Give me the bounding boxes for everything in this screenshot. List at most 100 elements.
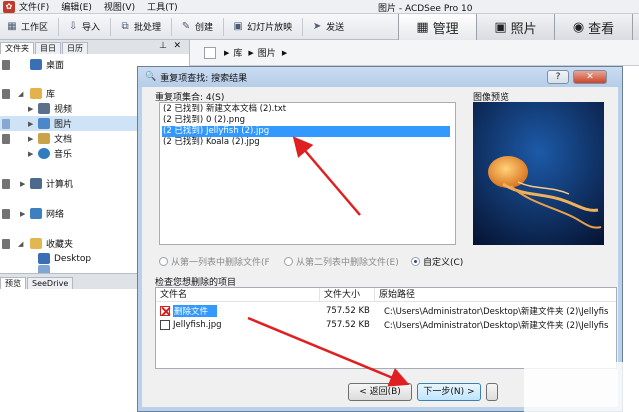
back-button[interactable]: < 返回(B): [348, 383, 412, 401]
next-button[interactable]: 下一步(N) >: [417, 383, 481, 401]
table-row[interactable]: Jellyfish.jpg 757.52 KB C:\Users\Adminis…: [160, 318, 616, 331]
tree-item-label: 计算机: [46, 180, 74, 190]
checkbox-checked[interactable]: [160, 305, 170, 316]
tab-view-label: 查看: [588, 21, 615, 37]
radio-label: 自定义(C): [423, 258, 464, 268]
import-button[interactable]: ⇩ 导入: [67, 20, 101, 34]
acdsee-logo-icon: ✿: [3, 0, 15, 13]
radio-delete-first[interactable]: 从第一列表中删除文件(F: [159, 255, 270, 268]
expand-arrow-icon: ▶: [28, 134, 34, 143]
pin-marker-icon: [2, 179, 10, 189]
toolbar-divider: [171, 17, 173, 36]
tree-item-label: 图片: [54, 120, 73, 130]
tree-item-label: 库: [46, 90, 56, 100]
table-row[interactable]: 删除文件 757.52 KB C:\Users\Administrator\De…: [160, 304, 616, 317]
expand-arrow-icon: ◢: [18, 239, 24, 248]
breadcrumb-library[interactable]: 库: [233, 46, 242, 59]
mode-tabs: ▦ 管理 ▣ 照片 ◉ 查看: [398, 14, 639, 40]
tab-folders[interactable]: 文件夹: [0, 42, 34, 54]
pin-icon[interactable]: ⊥: [159, 41, 167, 51]
document-icon: [38, 133, 50, 144]
workspace-label: 工作区: [21, 23, 49, 33]
favorites-icon: [30, 238, 42, 249]
tab-catalog[interactable]: 目日: [35, 42, 61, 54]
create-button[interactable]: ✎ 创建: [180, 20, 213, 34]
slideshow-icon: ▣: [233, 20, 243, 32]
panel-tabs: 文件夹 目日 日历 ⊥ ✕: [0, 40, 189, 54]
file-path: C:\Users\Administrator\Desktop\新建文件夹 (2)…: [384, 320, 609, 331]
pin-marker-icon: [2, 119, 10, 129]
dialog-body: 重复项集合: 4(S) 图像预览 (2 已找到) 新建文本文档 (2).txt …: [143, 87, 617, 407]
import-label: 导入: [82, 23, 101, 33]
tab-photos-label: 照片: [510, 21, 537, 37]
toolbar-divider: [223, 17, 225, 36]
tab-more[interactable]: [632, 14, 639, 40]
send-button[interactable]: ➤ 发送: [311, 20, 345, 34]
desktop-icon: [38, 253, 50, 264]
list-item[interactable]: (2 已找到) 0 (2).png: [162, 115, 245, 126]
radio-icon: [411, 257, 420, 266]
dialog-title: 重复项查找: 搜索结果: [160, 73, 248, 84]
dialog-titlebar: 🔍 重复项查找: 搜索结果 ? ✕: [138, 67, 622, 87]
tree-item-label: Desktop: [54, 253, 92, 264]
column-header-name[interactable]: 文件名: [156, 288, 320, 302]
expand-arrow-icon: ▶: [28, 104, 34, 113]
expand-arrow-icon: ▶: [20, 179, 26, 188]
duplicate-groups-list[interactable]: (2 已找到) 新建文本文档 (2).txt (2 已找到) 0 (2).png…: [159, 102, 456, 245]
tab-view[interactable]: ◉ 查看: [554, 14, 632, 40]
batch-button[interactable]: ⧉ 批处理: [119, 20, 162, 34]
column-header-size[interactable]: 文件大小: [320, 288, 375, 302]
pin-marker-icon: [2, 134, 10, 144]
tab-manage-label: 管理: [432, 21, 459, 37]
workspace-button[interactable]: ▦ 工作区: [6, 20, 49, 34]
window-title: 图片 - ACDSee Pro 10: [378, 4, 473, 14]
radio-delete-second[interactable]: 从第二列表中删除文件(E): [284, 255, 399, 268]
pin-marker-icon: [2, 60, 10, 70]
close-button[interactable]: ✕: [573, 70, 607, 84]
workspace-icon: ▦: [7, 20, 17, 32]
photo-icon: ▣: [494, 19, 507, 35]
radio-custom[interactable]: 自定义(C): [411, 255, 463, 268]
nav-back-icon[interactable]: [204, 46, 216, 59]
main-toolbar: ▦ 工作区 ⇩ 导入 ⧉ 批处理 ✎ 创建 ▣ 幻灯片放映 ➤ 发送 ▦ 管理 ▣ 照片 ◉ 查看: [0, 14, 639, 40]
address-bar: ▶ 库 ▶ 图片 ▶: [190, 40, 639, 66]
breadcrumb-pictures[interactable]: 图片: [258, 46, 276, 59]
breadcrumb-separator-icon: ▶: [248, 48, 254, 57]
breadcrumb-separator-icon: ▶: [224, 48, 230, 57]
file-path: C:\Users\Administrator\Desktop\新建文件夹 (2)…: [384, 306, 609, 317]
cancel-button[interactable]: [486, 383, 498, 401]
list-item[interactable]: (2 已找到) 新建文本文档 (2).txt: [162, 104, 286, 115]
column-header-path[interactable]: 原始路径: [375, 288, 616, 302]
expand-arrow-icon: ▶: [28, 149, 34, 158]
batch-label: 批处理: [134, 23, 162, 33]
close-icon[interactable]: ✕: [173, 41, 181, 51]
tab-photos[interactable]: ▣ 照片: [476, 14, 554, 40]
tree-item-label: 桌面: [46, 61, 65, 71]
radio-label: 从第一列表中删除文件(F: [171, 258, 270, 268]
expand-arrow-icon: ◢: [18, 89, 24, 98]
checkbox[interactable]: [160, 319, 170, 330]
tab-calendar[interactable]: 日历: [62, 42, 88, 54]
send-label: 发送: [326, 23, 345, 33]
menu-edit[interactable]: 编辑(E): [61, 0, 92, 13]
import-icon: ⇩: [68, 20, 78, 32]
tab-seedrive[interactable]: SeeDrive: [27, 277, 74, 289]
tab-preview[interactable]: 预览: [0, 277, 26, 289]
music-icon: [38, 148, 50, 159]
menu-file[interactable]: 文件(F): [19, 0, 49, 13]
list-item-selected[interactable]: (2 已找到) Jellyfish (2).jpg: [162, 126, 450, 137]
tab-manage[interactable]: ▦ 管理: [398, 14, 476, 40]
grid-icon: ▦: [416, 19, 429, 35]
menu-tools[interactable]: 工具(T): [147, 0, 178, 13]
file-size: 757.52 KB: [326, 305, 370, 316]
list-item[interactable]: (2 已找到) Koala (2).jpg: [162, 137, 260, 148]
tree-item-label: 文档: [54, 135, 73, 145]
breadcrumb-separator-icon: ▶: [281, 48, 288, 57]
tree-item-label: 收藏夹: [46, 240, 74, 250]
slideshow-button[interactable]: ▣ 幻灯片放映: [232, 20, 292, 34]
pin-marker-icon: [2, 209, 10, 219]
menu-view[interactable]: 视图(V): [104, 0, 135, 13]
menu-bar: ✿ 文件(F) 编辑(E) 视图(V) 工具(T) 图片 - ACDSee Pr…: [0, 0, 639, 14]
video-icon: [38, 103, 50, 114]
help-button[interactable]: ?: [547, 70, 569, 84]
